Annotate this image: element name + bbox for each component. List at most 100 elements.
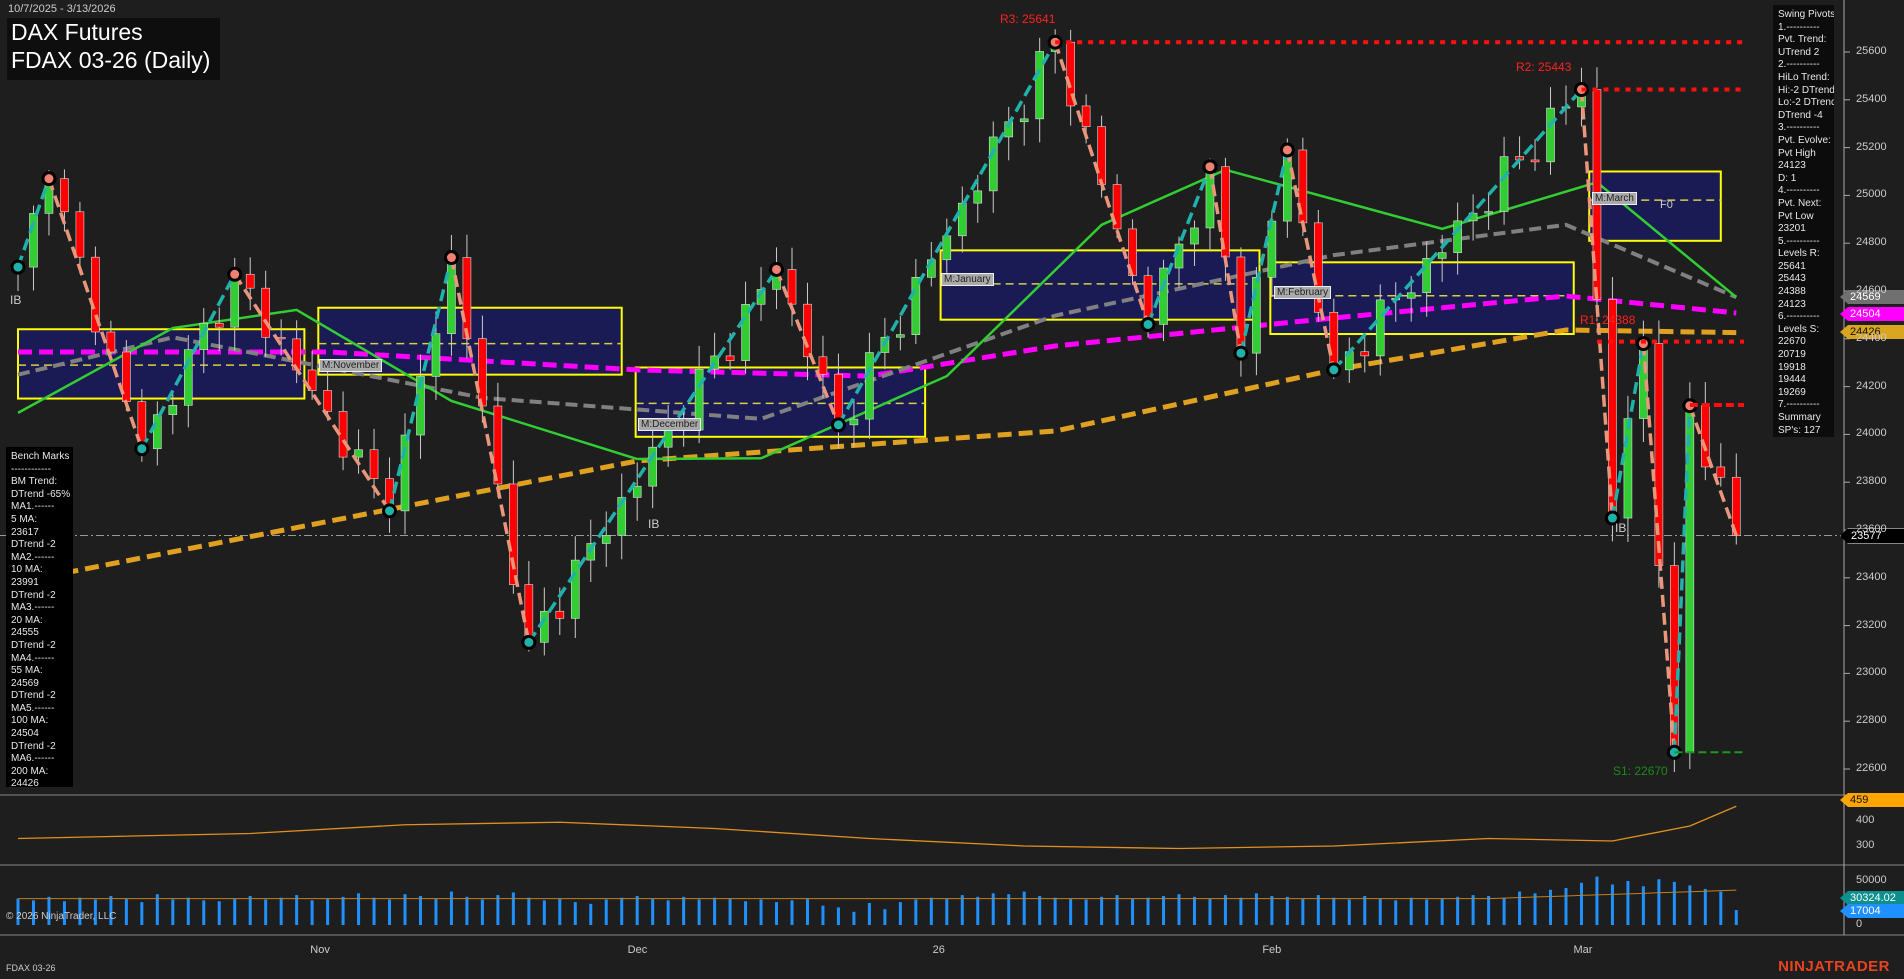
candle-up [943, 236, 951, 260]
swing-pivots-line: 19269 [1778, 387, 1829, 400]
volume-bar [837, 907, 840, 925]
volume-bar [1611, 885, 1614, 925]
candle-down [803, 304, 811, 357]
volume-bar [1332, 898, 1335, 925]
volume-bar [218, 901, 221, 925]
price-axis-tick: 23000 [1856, 666, 1887, 678]
swing-leg [1690, 406, 1736, 536]
swing-pivots-line: Pvt Low [1778, 211, 1829, 224]
volume-bar [342, 897, 345, 925]
volume-bar [311, 900, 314, 925]
volume-bar [1704, 889, 1707, 925]
price-axis-tick: 24000 [1856, 427, 1887, 439]
swing-low-marker [12, 261, 24, 273]
bench-marks-line: 20 MA: [11, 615, 68, 628]
volume-bar [1162, 896, 1165, 925]
volume-bar [1410, 898, 1413, 925]
volume-bar [264, 899, 267, 925]
volume-bar [1208, 899, 1211, 925]
bench-marks-line: 23991 [11, 577, 68, 590]
bench-marks-line: DTrend -2 [11, 590, 68, 603]
candle-up [1438, 253, 1446, 259]
swing-pivots-line: HiLo Trend: [1778, 72, 1829, 85]
bench-marks-line: MA3.------ [11, 602, 68, 615]
bench-marks-line: 24555 [11, 627, 68, 640]
candle-up [865, 353, 873, 420]
volume-bar [682, 897, 685, 925]
instrument-series: FDAX 03-26 (Daily) [7, 46, 220, 74]
price-axis-tick: 25200 [1856, 141, 1887, 153]
volume-bar [1518, 892, 1521, 925]
swing-leg [838, 42, 1055, 425]
oscillator-line [18, 806, 1736, 848]
swing-pivots-line: 5.---------- [1778, 236, 1829, 249]
ib-label: IB [1615, 521, 1626, 535]
volume-bar [775, 902, 778, 925]
volume-bar [388, 899, 391, 925]
bench-marks-line: MA4.------ [11, 653, 68, 666]
swing-pivots-line: Hi:-2 DTrend [1778, 85, 1829, 98]
volume-bar [1270, 896, 1273, 925]
ib-label: IB [10, 293, 21, 307]
volume-bar [1595, 877, 1598, 925]
volume-bar [1456, 897, 1459, 925]
candle-up [602, 535, 610, 543]
bench-marks-line: 23617 [11, 527, 68, 540]
volume-bar [1719, 892, 1722, 925]
swing-pivots-line: DTrend -4 [1778, 110, 1829, 123]
oscillator-badge: 459 [1840, 793, 1904, 807]
swing-pivots-line: 24123 [1778, 160, 1829, 173]
candle-up [540, 611, 548, 642]
candle-up [1252, 277, 1260, 353]
volume-bar [992, 893, 995, 925]
volume-bar [202, 900, 205, 925]
swing-low-marker [1235, 347, 1247, 359]
candle-down [726, 356, 734, 361]
price-axis-tick: 25000 [1856, 188, 1887, 200]
bench-marks-line: DTrend -2 [11, 539, 68, 552]
volume-bar [791, 900, 794, 925]
volume-bar [1472, 895, 1475, 925]
swing-low-marker [832, 419, 844, 431]
candle-down [509, 484, 517, 585]
candle-down [246, 274, 254, 288]
candle-up [896, 335, 904, 338]
volume-bar [280, 898, 283, 925]
price-axis-tick: 23400 [1856, 571, 1887, 583]
swing-pivots-line: D: 1 [1778, 173, 1829, 186]
price-axis-tick: 24400 [1856, 332, 1887, 344]
volume-bar [1023, 892, 1026, 925]
volume-bar [961, 895, 964, 925]
volume-bar [729, 899, 732, 925]
candle-up [1376, 300, 1384, 356]
volume-bar [667, 900, 670, 925]
date-range: 10/7/2025 - 3/13/2026 [8, 3, 116, 15]
swing-high-marker [445, 252, 457, 264]
swing-pivots-line: 3.---------- [1778, 122, 1829, 135]
swing-pivots-line: 25443 [1778, 273, 1829, 286]
price-axis-tick: 24800 [1856, 236, 1887, 248]
candle-down [324, 391, 332, 412]
candle-down [1717, 467, 1725, 477]
instrument-name: DAX Futures [7, 18, 220, 46]
volume-bar [1657, 879, 1660, 925]
price-chart[interactable] [0, 0, 1904, 979]
swing-pivots-line: 19918 [1778, 362, 1829, 375]
swing-pivots-line: 24123 [1778, 299, 1829, 312]
swing-pivots-line: 22670 [1778, 336, 1829, 349]
swing-pivots-line: 23201 [1778, 223, 1829, 236]
swing-pivots-line: 19444 [1778, 374, 1829, 387]
bench-marks-line: Bench Marks [11, 451, 68, 464]
month-label-january: M:January [941, 273, 994, 286]
bench-marks-line: 200 MA: [11, 766, 68, 779]
swing-pivots-line: Pvt High [1778, 148, 1829, 161]
swing-pivots-line: 4.---------- [1778, 185, 1829, 198]
bench-marks-line: MA1.------ [11, 501, 68, 514]
candle-up [958, 203, 966, 236]
candle-down [819, 357, 827, 374]
symbol-label: FDAX 03-26 [6, 963, 56, 973]
volume-bar [821, 906, 824, 925]
price-axis-tick: 22800 [1856, 714, 1887, 726]
volume-bar [1487, 896, 1490, 925]
volume-bar [249, 896, 252, 925]
